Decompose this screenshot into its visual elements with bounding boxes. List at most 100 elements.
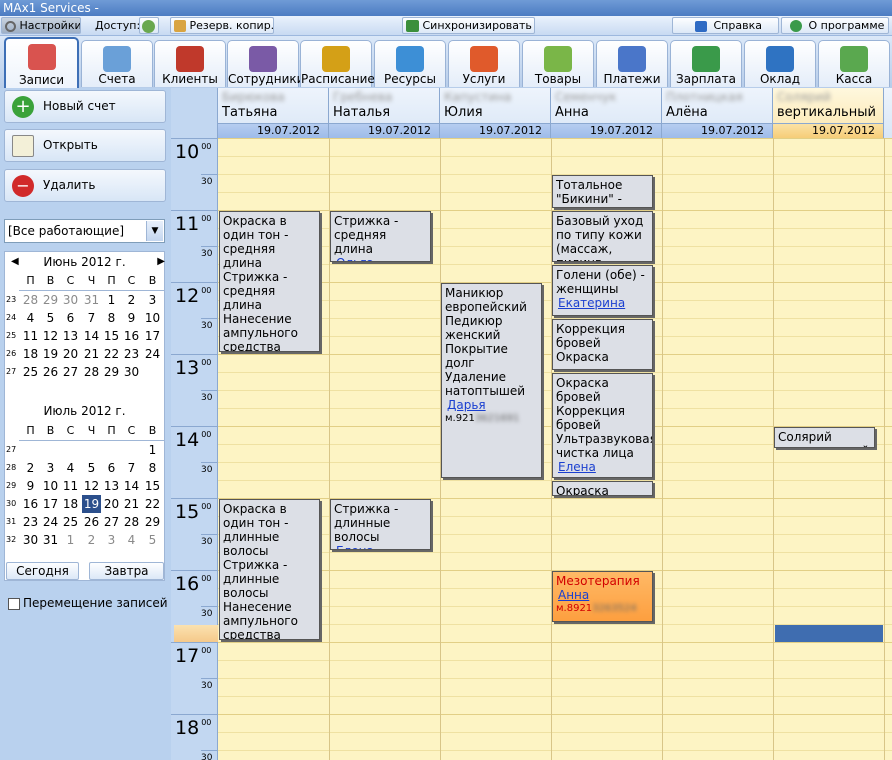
calendar-day[interactable]: 12 <box>82 477 101 495</box>
calendar-day[interactable]: 6 <box>61 309 80 327</box>
calendar-day[interactable]: 29 <box>102 363 121 381</box>
calendar-day[interactable]: 14 <box>122 477 141 495</box>
calendar-day[interactable]: 19 <box>82 495 101 513</box>
calendar-day[interactable]: 22 <box>143 495 162 513</box>
calendar-day[interactable]: 20 <box>102 495 121 513</box>
tab-salary[interactable]: Зарплата <box>670 40 742 87</box>
appointment-block[interactable]: Стрижка - длинные волосыЕлена <box>330 499 431 550</box>
calendar-day[interactable]: 1 <box>102 291 121 309</box>
calendar-day[interactable]: 16 <box>21 495 40 513</box>
calendar-day[interactable]: 1 <box>143 441 162 459</box>
selected-slot[interactable] <box>775 625 883 642</box>
calendar-day[interactable]: 25 <box>61 513 80 531</box>
calendar-day[interactable]: 30 <box>21 531 40 549</box>
appointment-client-link[interactable]: Елена <box>556 460 649 474</box>
calendar-day[interactable]: 8 <box>102 309 121 327</box>
appointment-block[interactable]: Солярий вертикальный <box>774 427 875 448</box>
employee-column-header[interactable]: Плотницкая Алёна 19.07.2012 <box>662 88 773 138</box>
calendar-day[interactable]: 8 <box>143 459 162 477</box>
calendar-day[interactable]: 13 <box>102 477 121 495</box>
employee-filter-select[interactable]: [Все работающие] ▼ <box>4 219 165 243</box>
calendar-day[interactable]: 7 <box>82 309 101 327</box>
tab-payments[interactable]: Платежи <box>596 40 668 87</box>
calendar-day[interactable]: 2 <box>21 459 40 477</box>
calendar-day[interactable]: 29 <box>143 513 162 531</box>
appointment-block[interactable]: Коррекция бровей Окраска <box>552 319 653 370</box>
appointment-block[interactable]: Голени (обе) - женщины Екатерина <box>552 265 653 316</box>
sync-dropdown[interactable]: Синхронизировать ▼ <box>402 17 535 34</box>
calendar-day[interactable]: 2 <box>122 291 141 309</box>
calendar-day[interactable]: 28 <box>122 513 141 531</box>
tab-wage[interactable]: Оклад <box>744 40 816 87</box>
calendar-day[interactable]: 3 <box>41 459 60 477</box>
delete-button[interactable]: − Удалить <box>4 169 166 202</box>
open-button[interactable]: Открыть <box>4 129 166 162</box>
calendar-day[interactable]: 4 <box>21 309 40 327</box>
tomorrow-button[interactable]: Завтра <box>89 562 164 580</box>
calendar-day[interactable]: 11 <box>61 477 80 495</box>
calendar-day[interactable]: 9 <box>122 309 141 327</box>
backup-button[interactable]: Резерв. копир. <box>170 17 274 34</box>
today-button[interactable]: Сегодня <box>6 562 79 580</box>
appointment-block[interactable]: Тотальное "Бикини" - <box>552 175 653 208</box>
next-column-header-partial[interactable] <box>884 88 892 138</box>
calendar-day[interactable]: 6 <box>102 459 121 477</box>
calendar-day[interactable]: 15 <box>102 327 121 345</box>
appointment-client-link[interactable]: Анна <box>556 588 649 602</box>
calendar-day[interactable]: 29 <box>41 291 60 309</box>
calendar-day[interactable]: 28 <box>21 291 40 309</box>
tab-resources[interactable]: Ресурсы <box>374 40 446 87</box>
calendar-day[interactable]: 3 <box>143 291 162 309</box>
chevron-down-icon[interactable]: ▼ <box>146 221 163 241</box>
appointment-block[interactable]: Окраска бровей Коррекция бровей Ультразв… <box>552 373 653 478</box>
calendar-day[interactable]: 31 <box>82 291 101 309</box>
calendar-day[interactable]: 24 <box>41 513 60 531</box>
tab-invoices[interactable]: Счета <box>81 40 153 87</box>
tab-products[interactable]: Товары <box>522 40 594 87</box>
appointment-client-link[interactable]: Елена <box>334 544 427 549</box>
appointment-block[interactable]: Стрижка - средняя длинаОльгам.9115775544 <box>330 211 431 262</box>
tab-appointments[interactable]: Записи <box>4 37 79 88</box>
employee-column-header[interactable]: Гребнева Наталья 19.07.2012 <box>329 88 440 138</box>
appointment-client-link[interactable]: Екатерина <box>556 296 649 310</box>
calendar-day[interactable]: 18 <box>21 345 40 363</box>
calendar-day[interactable]: 15 <box>143 477 162 495</box>
appointment-block[interactable]: Маникюр европейский Педикюр женский Покр… <box>441 283 542 478</box>
calendar-day[interactable]: 18 <box>61 495 80 513</box>
tab-services[interactable]: Услуги <box>448 40 520 87</box>
appointment-block[interactable]: Окраска в один тон - средняя длина Стриж… <box>219 211 320 352</box>
calendar-day[interactable]: 30 <box>61 291 80 309</box>
calendar-day[interactable]: 16 <box>122 327 141 345</box>
calendar-day[interactable]: 17 <box>143 327 162 345</box>
calendar-day[interactable]: 4 <box>122 531 141 549</box>
calendar-day[interactable]: 7 <box>122 459 141 477</box>
employee-column-header[interactable]: Бирюкова Татьяна 19.07.2012 <box>218 88 329 138</box>
calendar-day[interactable]: 26 <box>82 513 101 531</box>
calendar-day[interactable]: 24 <box>143 345 162 363</box>
calendar-day[interactable]: 26 <box>41 363 60 381</box>
calendar-day[interactable]: 5 <box>82 459 101 477</box>
appointment-client-link[interactable]: Дарья <box>445 398 538 412</box>
calendar-day[interactable]: 27 <box>61 363 80 381</box>
calendar-day[interactable]: 11 <box>21 327 40 345</box>
calendar-day[interactable]: 2 <box>82 531 101 549</box>
calendar-day[interactable]: 25 <box>21 363 40 381</box>
calendar-day[interactable]: 27 <box>102 513 121 531</box>
tab-clients[interactable]: Клиенты <box>154 40 226 87</box>
calendar-day[interactable]: 23 <box>21 513 40 531</box>
help-button[interactable]: Справка <box>672 17 779 34</box>
appointment-block[interactable]: Базовый уход по типу кожи (массаж, пилин… <box>552 211 653 262</box>
calendar-day[interactable]: 3 <box>102 531 121 549</box>
calendar-day[interactable]: 21 <box>122 495 141 513</box>
tab-staff[interactable]: Сотрудники <box>227 40 304 87</box>
access-button[interactable] <box>139 17 159 34</box>
appointment-block[interactable]: Мезотерапия Анна м.89213263524 <box>552 571 653 622</box>
calendar-day[interactable]: 10 <box>41 477 60 495</box>
appointment-block[interactable]: Окраска в один тон - длинные волосы Стри… <box>219 499 320 640</box>
calendar-day[interactable]: 9 <box>21 477 40 495</box>
calendar-day[interactable]: 20 <box>61 345 80 363</box>
employee-column-header[interactable]: Солярий вертикальный 19.07.2012 <box>773 88 884 138</box>
calendar-day[interactable]: 22 <box>102 345 121 363</box>
appointment-block[interactable]: Окраска <box>552 481 653 496</box>
new-invoice-button[interactable]: + Новый счет <box>4 90 166 123</box>
